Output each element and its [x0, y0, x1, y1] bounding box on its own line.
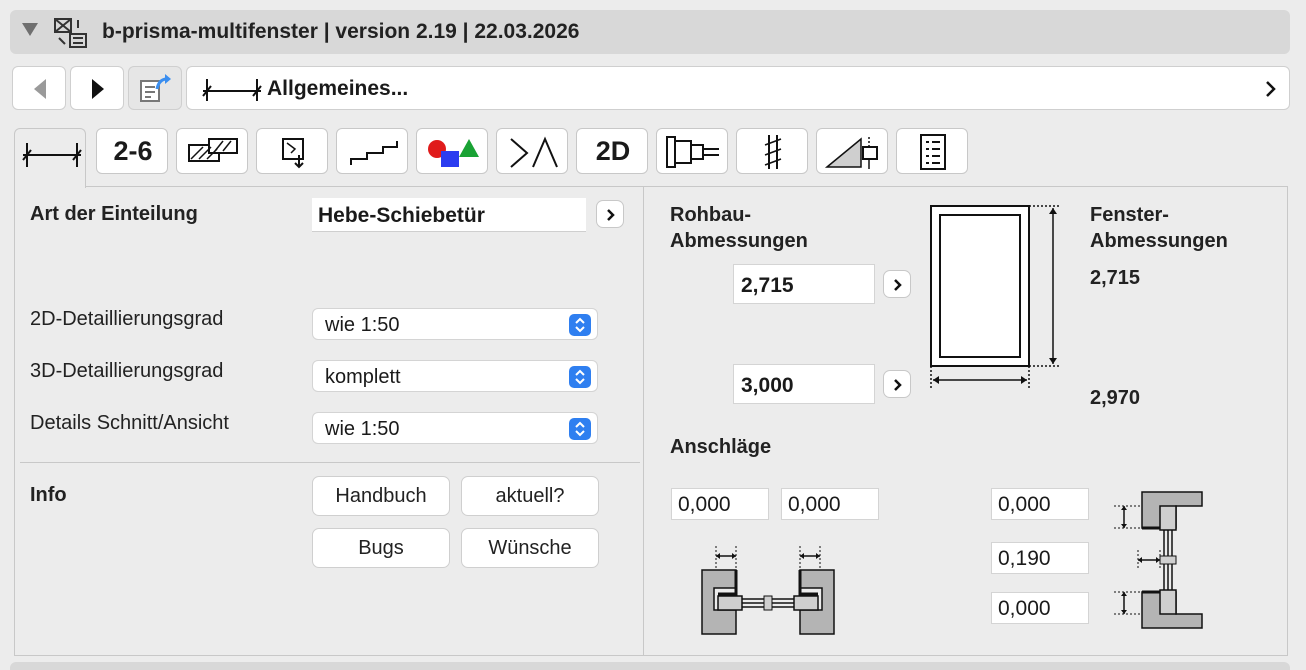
dimension-icon — [202, 79, 262, 101]
next-section-header — [10, 662, 1290, 670]
fenster-width-value: 2,970 — [1090, 387, 1141, 409]
tab-opening-lines[interactable] — [496, 128, 568, 174]
section-select[interactable]: wie 1:50 — [312, 412, 598, 444]
back-button[interactable] — [12, 66, 66, 110]
section-divider — [20, 462, 640, 463]
detail3d-select[interactable]: komplett — [312, 360, 598, 392]
fenster-label-line2: Abmessungen — [1090, 230, 1228, 252]
shapes-colors-icon — [428, 139, 479, 167]
tab-2d-label: 2D — [595, 136, 631, 166]
opening-lines-icon — [510, 136, 558, 168]
export-button[interactable] — [128, 66, 182, 110]
info-label: Info — [30, 484, 67, 506]
rohbau-label-line2: Abmessungen — [670, 230, 808, 252]
updown-chevron-icon — [575, 317, 585, 333]
bugs-button[interactable]: Bugs — [312, 528, 450, 568]
anschlag-right-field[interactable]: 0,000 — [781, 488, 879, 520]
division-menu-button[interactable] — [596, 200, 624, 228]
tab-list[interactable] — [896, 128, 968, 174]
tab-section[interactable] — [736, 128, 808, 174]
hatch-icon — [188, 138, 238, 162]
anschlag-left-field[interactable]: 0,000 — [671, 488, 769, 520]
window-title: b-prisma-multifenster | version 2.19 | 2… — [102, 20, 580, 43]
dimension-icon — [22, 143, 82, 167]
updown-chevron-icon — [575, 421, 585, 437]
profile-icon — [666, 136, 719, 168]
fenster-label-line1: Fenster- — [1090, 204, 1169, 226]
rohbau-height-field[interactable]: 2,715 — [733, 264, 875, 304]
detail3d-label: 3D-Detaillierungsgrad — [30, 360, 224, 382]
manual-button[interactable]: Handbuch — [312, 476, 450, 516]
tab-opening[interactable] — [256, 128, 328, 174]
list-icon — [920, 134, 946, 170]
anschlaege-label: Anschläge — [670, 436, 772, 458]
tab-material[interactable] — [176, 128, 248, 174]
vertical-reveal-diagram — [1114, 491, 1203, 629]
rohbau-height-button[interactable] — [883, 270, 911, 298]
chevron-left-icon — [34, 79, 46, 99]
division-label: Art der Einteilung — [30, 203, 198, 225]
tab-sill[interactable] — [336, 128, 408, 174]
export-list-icon — [140, 74, 171, 102]
window-dimension-diagram — [930, 205, 1060, 390]
chevron-right-icon — [92, 79, 104, 99]
tab-colors[interactable] — [416, 128, 488, 174]
horizontal-reveal-diagram — [701, 546, 835, 635]
reveal-icon — [824, 137, 878, 169]
chevron-right-icon — [607, 209, 615, 221]
anschlag-top-field[interactable]: 0,000 — [991, 488, 1089, 520]
anschlag-mid-field[interactable]: 0,190 — [991, 542, 1089, 574]
fenster-height-value: 2,715 — [1090, 267, 1141, 289]
tab-2d[interactable]: 2D — [576, 128, 648, 174]
update-check-button[interactable]: aktuell? — [461, 476, 599, 516]
section-label: Details Schnitt/Ansicht — [30, 412, 229, 434]
rohbau-label-line1: Rohbau- — [670, 204, 752, 226]
rohbau-width-field[interactable]: 3,000 — [733, 364, 875, 404]
opening-direction-icon — [282, 138, 304, 169]
tab-2-6[interactable]: 2-6 — [96, 128, 168, 174]
rohbau-width-button[interactable] — [883, 370, 911, 398]
sill-icon — [350, 141, 398, 165]
app-icon — [54, 18, 87, 48]
tab-reveal[interactable] — [816, 128, 888, 174]
detail2d-label: 2D-Detaillierungsgrad — [30, 308, 224, 330]
tab-profile[interactable] — [656, 128, 728, 174]
collapse-triangle-icon[interactable] — [22, 23, 38, 36]
wall-section-icon — [764, 135, 782, 169]
chevron-right-icon — [1266, 81, 1276, 97]
forward-button[interactable] — [70, 66, 124, 110]
panel-divider — [643, 186, 644, 656]
tab-general[interactable] — [14, 128, 86, 188]
wishes-button[interactable]: Wünsche — [461, 528, 599, 568]
detail3d-value: komplett — [325, 366, 401, 388]
title-bar: b-prisma-multifenster | version 2.19 | 2… — [10, 10, 1290, 54]
detail2d-value: wie 1:50 — [325, 314, 400, 336]
tab-2-6-label: 2-6 — [113, 136, 153, 166]
division-field[interactable]: Hebe-Schiebetür — [312, 198, 586, 232]
section-value: wie 1:50 — [325, 418, 400, 440]
anschlag-bottom-field[interactable]: 0,000 — [991, 592, 1089, 624]
chevron-right-icon — [894, 379, 902, 391]
chevron-right-icon — [894, 279, 902, 291]
detail2d-select[interactable]: wie 1:50 — [312, 308, 598, 340]
path-selector[interactable]: Allgemeines... — [186, 66, 1290, 110]
path-label: Allgemeines... — [267, 77, 409, 100]
updown-chevron-icon — [575, 369, 585, 385]
